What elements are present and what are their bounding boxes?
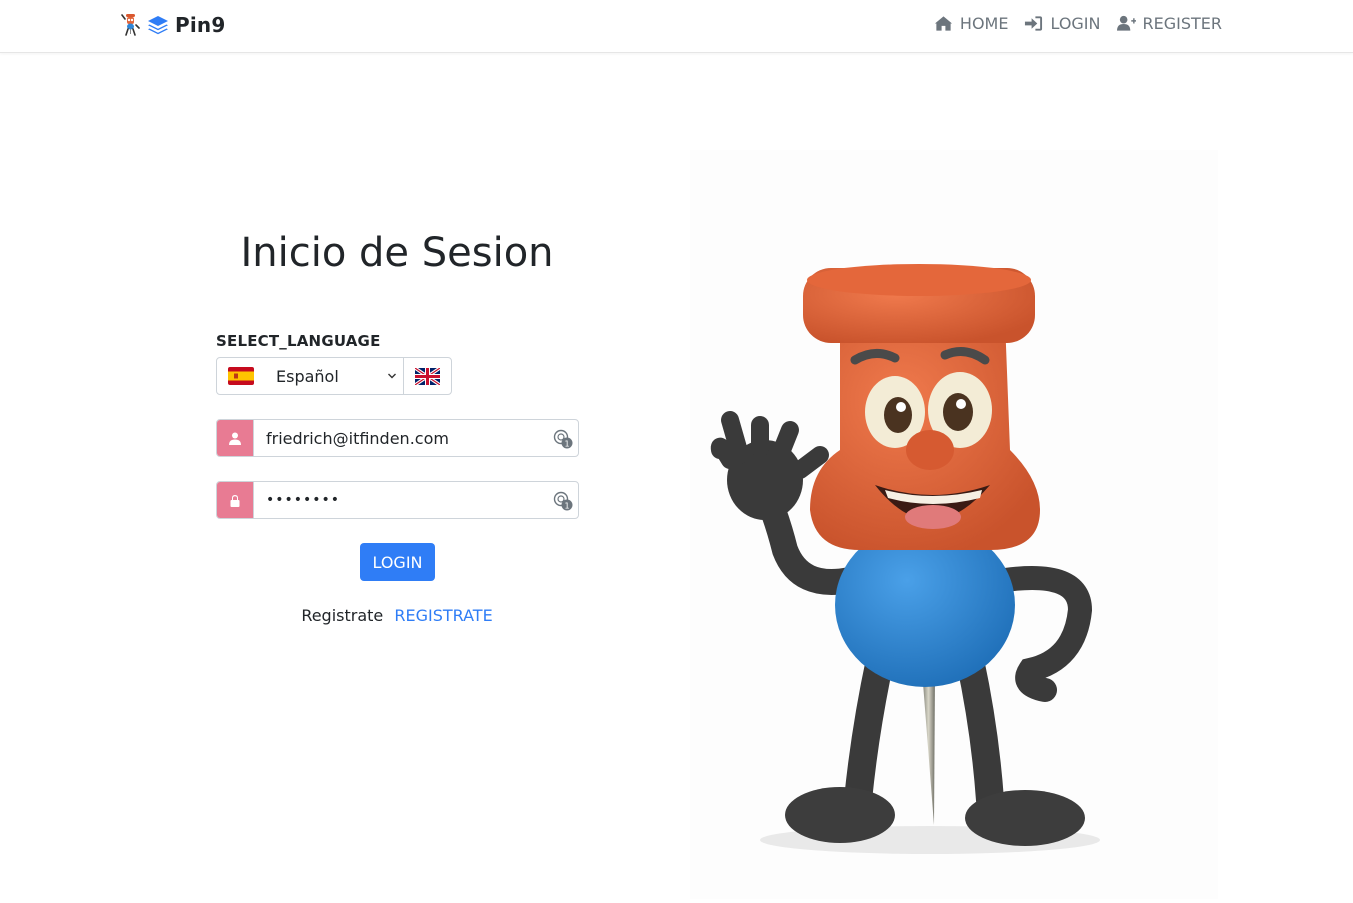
pushpin-mascot-image: [710, 264, 1100, 854]
password-addon: [217, 482, 253, 518]
pin-mascot-icon: [121, 14, 140, 36]
email-input-group: friedrich@itfinden.com 1: [216, 419, 579, 457]
nav-login[interactable]: LOGIN: [1024, 14, 1101, 33]
chevron-down-icon: [388, 373, 396, 379]
svg-text:1: 1: [564, 502, 569, 511]
password-input-group: •••••••• 1: [216, 481, 579, 519]
main-nav: HOME LOGIN REGISTER: [934, 14, 1222, 33]
language-select-value: Español: [276, 366, 339, 386]
language-select[interactable]: Español: [217, 358, 404, 394]
password-manager-icon[interactable]: 1: [552, 428, 574, 450]
lock-icon: [230, 494, 240, 507]
nav-register[interactable]: REGISTER: [1116, 14, 1223, 33]
register-link[interactable]: REGISTRATE: [394, 606, 492, 625]
mascot-illustration: [690, 150, 1218, 899]
password-field[interactable]: •••••••• 1: [253, 482, 578, 518]
brand[interactable]: Pin9: [119, 12, 225, 38]
nav-register-label: REGISTER: [1142, 14, 1223, 33]
sign-in-icon: [1025, 16, 1043, 31]
top-navbar: Pin9 HOME LOGIN REGISTER: [0, 0, 1353, 53]
spain-flag-icon: [228, 367, 254, 385]
nav-home[interactable]: HOME: [934, 14, 1009, 33]
email-addon: [217, 420, 253, 456]
email-value: friedrich@itfinden.com: [266, 428, 449, 448]
alt-language-button[interactable]: [404, 358, 451, 394]
register-text: Registrate: [301, 606, 384, 625]
page-title: Inicio de Sesion: [240, 230, 554, 276]
brand-name: Pin9: [175, 13, 226, 37]
password-value: ••••••••: [266, 492, 341, 508]
home-icon: [934, 16, 952, 31]
user-plus-icon: [1116, 15, 1136, 31]
nav-login-label: LOGIN: [1050, 14, 1101, 33]
login-button[interactable]: LOGIN: [360, 543, 435, 581]
register-line: Registrate REGISTRATE: [216, 606, 578, 625]
nav-home-label: HOME: [959, 14, 1009, 33]
user-icon: [229, 432, 241, 445]
uk-flag-icon: [415, 367, 440, 385]
password-manager-icon[interactable]: 1: [552, 490, 574, 512]
svg-text:1: 1: [564, 440, 569, 449]
language-selector: Español: [216, 357, 452, 395]
email-field[interactable]: friedrich@itfinden.com 1: [253, 420, 578, 456]
language-label: SELECT_LANGUAGE: [216, 332, 381, 350]
layers-icon: [148, 16, 168, 35]
